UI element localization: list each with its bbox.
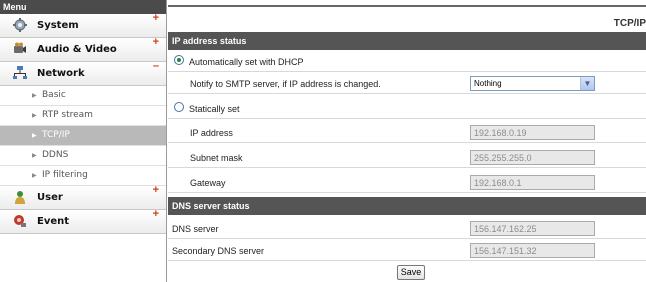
sidebar-item-basic[interactable]: ▶ Basic: [0, 86, 166, 106]
sidebar-item-tcp-ip[interactable]: ▶ TCP/IP: [0, 126, 166, 146]
dns-label: DNS server: [172, 224, 219, 234]
page-title: TCP/IP: [613, 18, 646, 29]
menu-item-system[interactable]: System +: [0, 12, 166, 38]
sidebar-item-ip-filtering[interactable]: ▶ IP filtering: [0, 166, 166, 186]
expand-icon: +: [152, 12, 159, 24]
notify-label: Notify to SMTP server, if IP address is …: [190, 79, 381, 89]
ip-section-header: IP address status: [168, 32, 646, 50]
dhcp-radio[interactable]: [174, 55, 184, 65]
user-icon: [15, 191, 25, 204]
dns-row: DNS server 156.147.162.25: [168, 218, 646, 239]
triangle-right-icon: ▶: [32, 112, 37, 119]
triangle-right-icon: ▶: [32, 92, 37, 99]
expand-icon: +: [152, 208, 159, 220]
sidebar-item-label: RTP stream: [42, 110, 93, 120]
sidebar: Menu System + Audio & Video + Network – …: [0, 0, 167, 282]
save-button[interactable]: Save: [397, 265, 425, 280]
menu-item-user[interactable]: User +: [0, 184, 166, 210]
menu-item-event[interactable]: Event +: [0, 208, 166, 234]
notify-select[interactable]: Nothing ▼: [470, 76, 595, 91]
collapse-icon: –: [152, 60, 159, 72]
menu-item-label: System: [37, 20, 79, 31]
camera-icon: [14, 42, 26, 53]
ip-address-label: IP address: [190, 128, 233, 138]
gateway-row: Gateway 192.168.0.1: [168, 172, 646, 193]
menu-item-label: Audio & Video: [37, 44, 117, 55]
divider: [168, 5, 646, 7]
chevron-down-icon[interactable]: ▼: [580, 77, 594, 90]
sidebar-item-label: DDNS: [42, 150, 69, 160]
event-icon: [14, 215, 26, 227]
static-radio[interactable]: [174, 102, 184, 112]
ip-address-row: IP address 192.168.0.19: [168, 122, 646, 143]
dns-section-header: DNS server status: [168, 197, 646, 215]
sidebar-item-label: Basic: [42, 90, 66, 100]
triangle-right-icon: ▶: [32, 172, 37, 179]
menu-item-network[interactable]: Network –: [0, 60, 166, 86]
sidebar-item-ddns[interactable]: ▶ DDNS: [0, 146, 166, 166]
static-label: Statically set: [189, 104, 240, 114]
menu-title: Menu: [0, 0, 166, 14]
expand-icon: +: [152, 36, 159, 48]
gateway-label: Gateway: [190, 178, 226, 188]
menu-item-label: User: [37, 192, 63, 203]
subnet-field[interactable]: 255.255.255.0: [470, 150, 595, 165]
subnet-row: Subnet mask 255.255.255.0: [168, 147, 646, 168]
notify-row: Notify to SMTP server, if IP address is …: [168, 73, 646, 94]
main-content: TCP/IP IP address status Automatically s…: [168, 0, 646, 282]
secondary-dns-label: Secondary DNS server: [172, 246, 265, 256]
gear-icon: [13, 18, 27, 32]
menu-item-label: Network: [37, 68, 85, 79]
dhcp-label: Automatically set with DHCP: [189, 57, 304, 67]
subnet-label: Subnet mask: [190, 153, 243, 163]
dhcp-row: Automatically set with DHCP: [168, 51, 646, 72]
dns-field[interactable]: 156.147.162.25: [470, 221, 595, 236]
sidebar-item-rtp-stream[interactable]: ▶ RTP stream: [0, 106, 166, 126]
notify-select-value: Nothing: [474, 79, 502, 88]
gateway-field[interactable]: 192.168.0.1: [470, 175, 595, 190]
expand-icon: +: [152, 184, 159, 196]
menu-item-label: Event: [37, 216, 70, 227]
secondary-dns-row: Secondary DNS server 156.147.151.32: [168, 240, 646, 261]
triangle-right-icon: ▶: [32, 132, 37, 139]
secondary-dns-field[interactable]: 156.147.151.32: [470, 243, 595, 258]
menu-item-audio-video[interactable]: Audio & Video +: [0, 36, 166, 62]
static-row: Statically set: [168, 98, 646, 119]
ip-address-field[interactable]: 192.168.0.19: [470, 125, 595, 140]
network-icon: [13, 66, 27, 79]
sidebar-item-label: TCP/IP: [42, 130, 70, 140]
sidebar-item-label: IP filtering: [42, 170, 88, 180]
triangle-right-icon: ▶: [32, 152, 37, 159]
